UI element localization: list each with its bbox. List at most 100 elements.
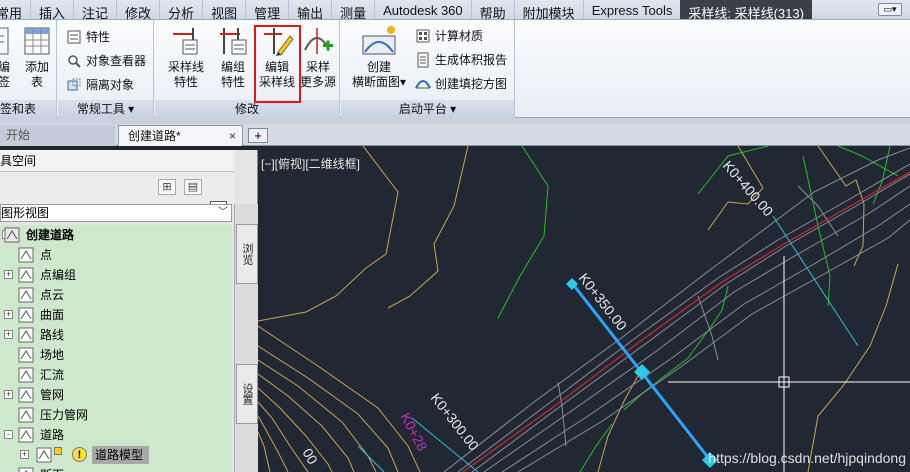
group-properties-label-2: 特性 [220,75,245,89]
tree-item-label: 道路模型 [92,446,150,464]
create-mass-haul-label: 创建填挖方图 [435,77,508,91]
ribbon-tab-annotate[interactable]: 注记 [73,0,116,21]
ribbon-tab-view[interactable]: 视图 [202,0,245,21]
ribbon-tab-addins[interactable]: 附加模块 [513,0,583,21]
create-section-views-label-2-text: 横断面图 [351,75,400,89]
mass-haul-icon [415,80,431,89]
isolate-objects-button[interactable]: 隔离对象 [66,75,134,95]
tree-item[interactable]: 断面 [0,465,232,472]
tree-item[interactable]: - 道路 [0,425,232,445]
viewport-controls[interactable]: [−][俯视][二维线框] [261,155,360,172]
isolate-objects-label: 隔离对象 [86,78,135,92]
tree-item-label: 压力管网 [40,408,89,422]
sample-more-sources-label-2: 更多源 [299,75,336,89]
station-label-400: K0+400.00 [720,157,777,219]
ribbon-tab-insert[interactable]: 插入 [30,0,73,21]
ribbon-tab-analyze[interactable]: 分析 [159,0,202,21]
ribbon-tab-manage[interactable]: 管理 [245,0,288,21]
drawing-svg[interactable]: K0+400.00 K0+350.00 K0+300.00 00 K0+28 [258,146,910,472]
ribbon-tab-express-tools[interactable]: Express Tools [582,0,681,19]
tree-item[interactable]: + 管网 [0,385,232,405]
object-viewer-button[interactable]: 对象查看器 [66,51,146,71]
tree-item[interactable]: +! 道路模型 [0,445,232,465]
properties-icon [67,30,81,44]
tree-item[interactable]: -创建道路 [0,225,232,245]
contour-line [258,431,271,472]
new-tab-button[interactable]: + [248,128,268,143]
ribbon-tab-help[interactable]: 帮助 [470,0,514,21]
corridor-line [483,185,910,472]
tree-item-label: 汇流 [40,368,65,382]
ribbon-tab-autodesk360[interactable]: Autodesk 360 [374,0,471,19]
expand-icon[interactable]: + [4,390,13,399]
document-tab-bar: 开始 创建道路* × + [0,118,910,146]
doc-tab-create-road[interactable]: 创建道路* × [118,125,243,146]
create-section-views-label-2: 横断面图▾ [349,75,409,90]
properties-button[interactable]: 特性 [66,27,110,47]
generate-volume-report-button[interactable]: 生成体积报告 [415,50,507,70]
panel-title-modify[interactable]: 修改 [155,100,339,118]
model-space-canvas[interactable]: K0+400.00 K0+350.00 K0+300.00 00 K0+28 [… [258,146,910,472]
close-icon[interactable]: × [229,126,236,146]
edit-labels-label-1: 编 [0,60,10,74]
watermark-text: https://blog.csdn.net/hjpqindong [708,450,906,466]
list-view-icon[interactable]: ▤ [184,179,202,195]
object-viewer-icon [68,55,81,68]
ribbon-tab-home[interactable]: 常用 [0,0,30,21]
add-table-label-1: 添加 [24,60,49,74]
panel-title-general-tools[interactable]: 常规工具 ▾ [58,100,153,118]
ribbon-minimize-button[interactable]: ▭▾ [878,3,902,16]
drawing-icon [4,227,20,243]
view-select[interactable]: 图形视图 ﹀ [0,204,232,222]
station-lines [357,215,859,472]
panel-title-launch-pad[interactable]: 启动平台 ▾ [341,100,514,118]
tree-item[interactable]: 压力管网 [0,405,232,425]
ribbon-tab-sample-line[interactable]: 采样线: 采样线(313) [680,0,812,21]
group-properties-button[interactable]: 编组 特性 [213,24,253,96]
volume-report-icon [417,52,429,68]
tree-item-label: 创建道路 [26,228,75,242]
doc-tab-start[interactable]: 开始 [0,125,115,146]
tab-settings[interactable]: 设置 [236,364,258,424]
hierarchy-icon[interactable]: ⊞ [158,179,176,195]
compute-materials-label: 计算材质 [435,29,484,43]
sample-line-properties-button[interactable]: 采样线 特性 [166,24,206,96]
add-table-button[interactable]: 添加 表 [21,24,53,96]
ribbon-tab-survey[interactable]: 测量 [331,0,374,21]
tree-item[interactable]: 场地 [0,345,232,365]
tree-item[interactable]: + 路线 [0,325,232,345]
create-section-views-button[interactable]: 创建 横断面图▾ [349,24,409,96]
ribbon-panel-area: 编 签 添加 表 标签和表 特性 [0,20,910,118]
sample-more-sources-button[interactable]: 采样 更多源 [297,24,339,96]
tab-prospector[interactable]: 浏览 [236,224,258,284]
expand-icon[interactable]: + [4,270,13,279]
tree-item[interactable]: + 点编组 [0,265,232,285]
create-section-views-label-1: 创建 [366,60,391,74]
ribbon-tab-output[interactable]: 输出 [288,0,331,21]
object-viewer-label: 对象查看器 [86,54,147,68]
doc-tab-start-label: 开始 [6,128,31,142]
tree-item[interactable]: 点云 [0,285,232,305]
edit-labels-button[interactable]: 编 签 [0,24,14,96]
tree-item[interactable]: + 曲面 [0,305,232,325]
contour-line [387,146,469,309]
panel-launch-pad: 创建 横断面图▾ 计算材质 生成体积报告 创建填挖方图 启动平台 ▾ [341,20,515,118]
compute-materials-button[interactable]: 计算材质 [415,26,483,46]
contour-line [807,263,899,472]
alignment-centerline [462,171,910,472]
expand-icon[interactable]: + [20,450,29,459]
sample-more-sources-icon [304,28,333,54]
create-mass-haul-button[interactable]: 创建填挖方图 [415,74,507,94]
surface-icon [18,307,34,323]
expand-icon[interactable]: + [4,330,13,339]
ribbon-tab-modify[interactable]: 修改 [116,0,159,21]
chevron-down-icon: ﹀ [218,207,228,218]
collapse-icon[interactable]: - [4,430,13,439]
green-line [497,146,549,319]
prospector-tree: -创建道路点 + 点编组点云 + 曲面 + 路线场地汇流 + 管网压力管网 - 道路 +! 道路模型断面 [0,225,232,472]
panel-title-labels-tables[interactable]: 标签和表 [0,100,56,118]
tree-item[interactable]: 点 [0,245,232,265]
panel-title-launch-pad-label: 启动平台 [398,102,447,116]
expand-icon[interactable]: + [4,310,13,319]
tree-item[interactable]: 汇流 [0,365,232,385]
